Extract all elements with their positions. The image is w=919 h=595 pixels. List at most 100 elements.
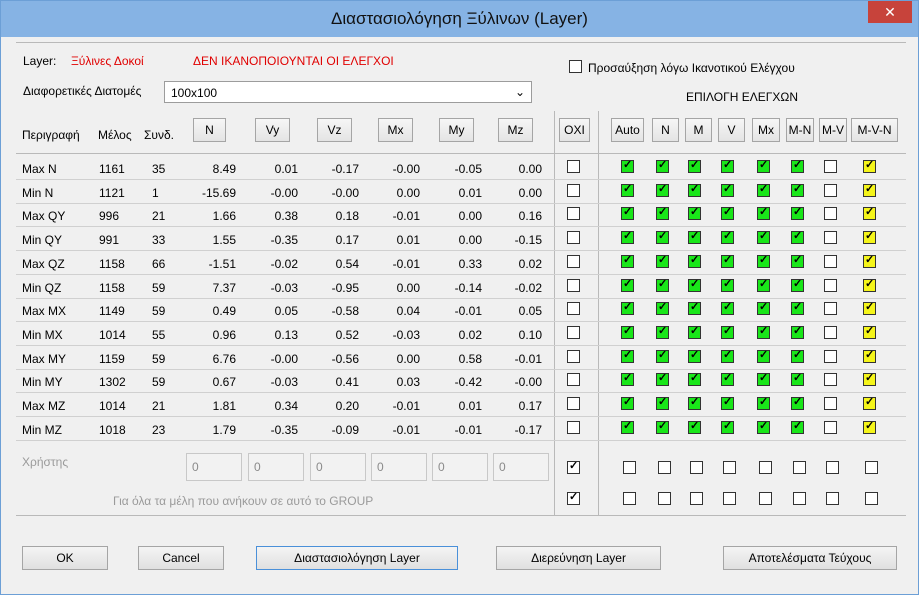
check-mx-checkbox[interactable]: ✓ — [757, 349, 770, 363]
check-m-v-n-checkbox[interactable]: ✓ — [863, 349, 876, 363]
no-checkbox[interactable] — [567, 420, 580, 434]
no-checkbox[interactable] — [567, 278, 580, 292]
check-v-checkbox[interactable]: ✓ — [721, 254, 734, 268]
check-m-checkbox[interactable]: ✓ — [688, 159, 701, 173]
force-header-my[interactable]: My — [439, 118, 474, 142]
check-mx-checkbox[interactable]: ✓ — [757, 278, 770, 292]
check-m-v-n-checkbox[interactable]: ✓ — [863, 254, 876, 268]
group-check-v-checkbox[interactable] — [723, 492, 736, 505]
check-v-checkbox[interactable]: ✓ — [721, 396, 734, 410]
group-check-auto-checkbox[interactable] — [623, 492, 636, 505]
group-no-checkbox[interactable]: ✓ — [567, 491, 580, 505]
no-checkbox[interactable] — [567, 349, 580, 363]
cancel-button[interactable]: Cancel — [138, 546, 224, 570]
check-auto-checkbox[interactable]: ✓ — [621, 278, 634, 292]
check-n-checkbox[interactable]: ✓ — [656, 349, 669, 363]
user-check-m-v-checkbox[interactable] — [826, 461, 839, 474]
check-m-v-checkbox[interactable] — [824, 207, 837, 221]
check-m-checkbox[interactable]: ✓ — [688, 254, 701, 268]
check-m-checkbox[interactable]: ✓ — [688, 372, 701, 387]
results-button[interactable]: Αποτελέσματα Τεύχους — [723, 546, 897, 570]
check-n-checkbox[interactable]: ✓ — [656, 325, 669, 339]
check-m-v-n-checkbox[interactable]: ✓ — [863, 206, 876, 221]
check-header-auto[interactable]: Auto — [611, 118, 644, 142]
check-mx-checkbox[interactable]: ✓ — [757, 325, 770, 339]
check-header-v[interactable]: V — [718, 118, 745, 142]
check-m-n-checkbox[interactable]: ✓ — [791, 372, 804, 387]
user-check-v-checkbox[interactable] — [723, 461, 736, 474]
check-m-n-checkbox[interactable]: ✓ — [791, 325, 804, 339]
check-header-m[interactable]: M — [685, 118, 712, 142]
check-m-v-n-checkbox[interactable]: ✓ — [863, 396, 876, 410]
check-m-v-checkbox[interactable] — [824, 397, 837, 410]
check-m-v-checkbox[interactable] — [824, 278, 837, 292]
user-input-mz[interactable]: 0 — [493, 453, 549, 481]
check-m-checkbox[interactable]: ✓ — [688, 325, 701, 339]
check-n-checkbox[interactable]: ✓ — [656, 420, 669, 434]
check-auto-checkbox[interactable]: ✓ — [621, 372, 634, 387]
check-m-n-checkbox[interactable]: ✓ — [791, 159, 804, 173]
check-m-v-checkbox[interactable] — [824, 420, 837, 434]
investigate-layer-button[interactable]: Διερεύνηση Layer — [496, 546, 661, 570]
check-n-checkbox[interactable]: ✓ — [656, 206, 669, 221]
check-m-checkbox[interactable]: ✓ — [688, 230, 701, 245]
user-input-vy[interactable]: 0 — [248, 453, 304, 481]
check-m-n-checkbox[interactable]: ✓ — [791, 206, 804, 221]
check-n-checkbox[interactable]: ✓ — [656, 159, 669, 173]
check-mx-checkbox[interactable]: ✓ — [757, 206, 770, 221]
check-v-checkbox[interactable]: ✓ — [721, 372, 734, 387]
check-m-v-n-checkbox[interactable]: ✓ — [863, 183, 876, 197]
check-m-v-n-checkbox[interactable]: ✓ — [863, 230, 876, 245]
check-m-n-checkbox[interactable]: ✓ — [791, 420, 804, 434]
user-input-my[interactable]: 0 — [432, 453, 488, 481]
check-auto-checkbox[interactable]: ✓ — [621, 396, 634, 410]
check-m-n-checkbox[interactable]: ✓ — [791, 254, 804, 268]
check-m-v-n-checkbox[interactable]: ✓ — [863, 301, 876, 316]
close-button[interactable]: ✕ — [868, 1, 912, 23]
check-v-checkbox[interactable]: ✓ — [721, 159, 734, 173]
group-check-m-checkbox[interactable] — [690, 492, 703, 505]
check-mx-checkbox[interactable]: ✓ — [757, 159, 770, 173]
no-checkbox[interactable] — [567, 160, 580, 173]
check-n-checkbox[interactable]: ✓ — [656, 301, 669, 316]
group-check-m-n-checkbox[interactable] — [793, 492, 806, 505]
check-m-checkbox[interactable]: ✓ — [688, 183, 701, 197]
check-n-checkbox[interactable]: ✓ — [656, 183, 669, 197]
check-m-v-checkbox[interactable] — [824, 325, 837, 339]
check-mx-checkbox[interactable]: ✓ — [757, 396, 770, 410]
capacity-checkbox[interactable] — [569, 60, 582, 73]
check-n-checkbox[interactable]: ✓ — [656, 372, 669, 387]
check-v-checkbox[interactable]: ✓ — [721, 278, 734, 292]
user-check-m-v-n-checkbox[interactable] — [865, 461, 878, 474]
force-header-mz[interactable]: Mz — [498, 118, 533, 142]
check-auto-checkbox[interactable]: ✓ — [621, 230, 634, 245]
check-m-v-n-checkbox[interactable]: ✓ — [863, 278, 876, 292]
check-m-checkbox[interactable]: ✓ — [688, 420, 701, 434]
check-v-checkbox[interactable]: ✓ — [721, 420, 734, 434]
check-auto-checkbox[interactable]: ✓ — [621, 301, 634, 316]
check-header-m-v[interactable]: M-V — [819, 118, 847, 142]
user-input-n[interactable]: 0 — [186, 453, 242, 481]
user-input-vz[interactable]: 0 — [310, 453, 366, 481]
check-auto-checkbox[interactable]: ✓ — [621, 159, 634, 173]
check-m-v-checkbox[interactable] — [824, 231, 837, 245]
check-m-checkbox[interactable]: ✓ — [688, 301, 701, 316]
check-m-v-checkbox[interactable] — [824, 349, 837, 363]
check-mx-checkbox[interactable]: ✓ — [757, 183, 770, 197]
group-check-n-checkbox[interactable] — [658, 492, 671, 505]
force-header-n[interactable]: N — [193, 118, 226, 142]
no-checkbox[interactable] — [567, 302, 580, 316]
check-auto-checkbox[interactable]: ✓ — [621, 349, 634, 363]
check-mx-checkbox[interactable]: ✓ — [757, 420, 770, 434]
design-layer-button[interactable]: Διαστασιολόγηση Layer — [256, 546, 458, 570]
check-m-v-n-checkbox[interactable]: ✓ — [863, 159, 876, 173]
user-check-mx-checkbox[interactable] — [759, 461, 772, 474]
force-header-mx[interactable]: Mx — [378, 118, 413, 142]
check-m-v-checkbox[interactable] — [824, 183, 837, 197]
check-m-v-n-checkbox[interactable]: ✓ — [863, 325, 876, 339]
no-checkbox[interactable] — [567, 207, 580, 221]
check-m-n-checkbox[interactable]: ✓ — [791, 183, 804, 197]
no-checkbox[interactable] — [567, 397, 580, 410]
check-m-v-checkbox[interactable] — [824, 160, 837, 173]
user-no-checkbox[interactable]: ✓ — [567, 460, 580, 474]
